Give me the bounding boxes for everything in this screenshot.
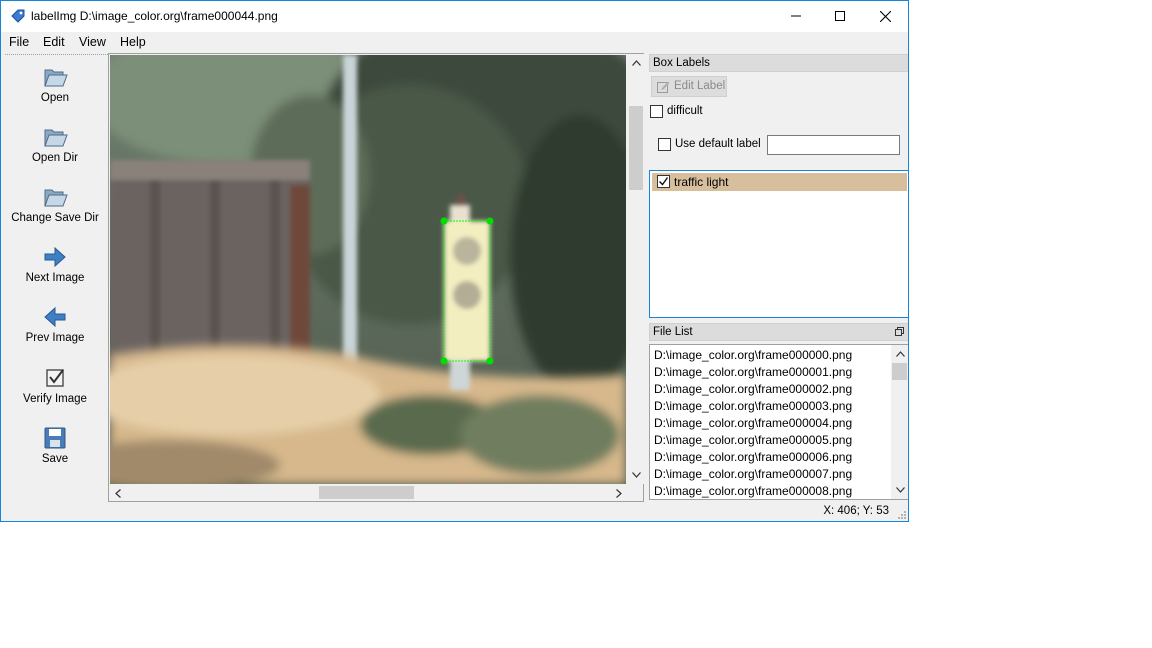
open-dir-label: Open Dir <box>31 152 79 164</box>
file-list-title: File List <box>649 323 908 341</box>
scroll-thumb[interactable] <box>892 363 907 380</box>
labelimg-window: labelImg D:\image_color.org\frame000044.… <box>0 0 909 522</box>
verify-image-button[interactable]: Verify Image <box>2 365 108 405</box>
close-icon <box>879 10 891 22</box>
checkbox-icon <box>46 369 64 387</box>
scroll-left-arrow[interactable] <box>111 486 125 500</box>
minimize-icon <box>791 15 801 17</box>
arrow-left-icon <box>44 306 66 328</box>
scroll-right-arrow[interactable] <box>612 486 626 500</box>
image-canvas-area[interactable] <box>108 53 644 502</box>
float-dock-icon[interactable] <box>895 327 904 336</box>
tag-icon <box>11 9 25 23</box>
save-button[interactable]: Save <box>2 425 108 465</box>
box-labels-dock: Box Labels Edit Label difficult Use defa… <box>649 54 908 318</box>
file-list-item[interactable]: D:\image_color.org\frame000003.png <box>654 398 852 415</box>
title-bar: labelImg D:\image_color.org\frame000044.… <box>1 1 908 32</box>
resize-grip-icon[interactable] <box>897 510 907 520</box>
label-visible-checkbox[interactable] <box>657 175 670 188</box>
minimize-button[interactable] <box>773 1 819 31</box>
file-list-item[interactable]: D:\image_color.org\frame000008.png <box>654 483 852 499</box>
label-list-item[interactable]: traffic light <box>652 173 907 191</box>
menu-edit[interactable]: Edit <box>43 35 65 49</box>
file-list-item[interactable]: D:\image_color.org\frame000002.png <box>654 381 852 398</box>
default-label-input[interactable] <box>767 135 900 155</box>
edit-label-text: Edit Label <box>674 80 726 92</box>
scroll-thumb[interactable] <box>319 486 414 499</box>
scroll-down-arrow[interactable] <box>893 483 907 497</box>
chevron-up-icon <box>895 351 905 357</box>
next-image-button[interactable]: Next Image <box>2 244 108 284</box>
canvas-horizontal-scrollbar[interactable] <box>109 484 628 501</box>
file-list[interactable]: D:\image_color.org\frame000000.png D:\im… <box>649 344 908 500</box>
use-default-label-checkbox[interactable] <box>658 138 671 151</box>
window-title: labelImg D:\image_color.org\frame000044.… <box>31 9 278 23</box>
scroll-up-arrow[interactable] <box>893 347 907 361</box>
floppy-disk-icon <box>44 427 66 449</box>
file-list-item[interactable]: D:\image_color.org\frame000001.png <box>654 364 852 381</box>
scroll-thumb[interactable] <box>629 106 643 190</box>
scroll-up-arrow[interactable] <box>629 56 643 70</box>
label-list-item-text: traffic light <box>674 175 729 189</box>
open-label: Open <box>40 92 70 104</box>
file-list-title-text: File List <box>653 326 693 338</box>
maximize-button[interactable] <box>817 1 863 31</box>
maximize-icon <box>835 11 845 21</box>
use-default-label-text: Use default label <box>675 138 761 150</box>
file-list-item[interactable]: D:\image_color.org\frame000004.png <box>654 415 852 432</box>
box-labels-title: Box Labels <box>649 54 908 72</box>
difficult-label: difficult <box>667 105 703 117</box>
open-button[interactable]: Open <box>2 64 108 104</box>
chevron-right-icon <box>616 488 622 498</box>
folder-open-icon <box>44 69 68 87</box>
image-canvas[interactable] <box>110 55 626 484</box>
canvas-vertical-scrollbar[interactable] <box>628 54 644 484</box>
checkmark-icon <box>659 177 669 186</box>
file-list-item[interactable]: D:\image_color.org\frame000005.png <box>654 432 852 449</box>
file-list-item[interactable]: D:\image_color.org\frame000000.png <box>654 347 852 364</box>
save-label: Save <box>41 453 69 465</box>
difficult-checkbox[interactable] <box>650 105 663 118</box>
open-dir-button[interactable]: Open Dir <box>2 124 108 164</box>
chevron-down-icon <box>631 472 641 478</box>
menu-help[interactable]: Help <box>120 35 146 49</box>
status-bar: X: 406; Y: 53 <box>1 502 908 521</box>
edit-label-button[interactable]: Edit Label <box>651 76 727 97</box>
toolbar-grip <box>5 54 108 56</box>
scroll-down-arrow[interactable] <box>629 468 643 482</box>
next-image-label: Next Image <box>25 272 85 284</box>
chevron-up-icon <box>631 60 641 66</box>
file-list-item[interactable]: D:\image_color.org\frame000007.png <box>654 466 852 483</box>
file-list-item[interactable]: D:\image_color.org\frame000006.png <box>654 449 852 466</box>
chevron-left-icon <box>115 488 121 498</box>
prev-image-label: Prev Image <box>25 332 85 344</box>
menu-bar: File Edit View Help <box>1 32 908 53</box>
file-list-dock: File List D:\image_color.org\frame000000… <box>649 323 908 501</box>
file-list-scrollbar[interactable] <box>891 345 908 499</box>
label-list[interactable]: traffic light <box>649 170 908 318</box>
change-save-dir-button[interactable]: Change Save Dir <box>2 184 108 224</box>
menu-view[interactable]: View <box>79 35 106 49</box>
verify-image-label: Verify Image <box>23 393 87 405</box>
chevron-down-icon <box>895 487 905 493</box>
toolbar: Open Open Dir Change Save Dir Next Image <box>2 54 108 502</box>
menu-file[interactable]: File <box>9 35 29 49</box>
folder-open-icon <box>44 129 68 147</box>
folder-open-icon <box>44 189 68 207</box>
cursor-coordinates: X: 406; Y: 53 <box>823 505 889 517</box>
close-button[interactable] <box>862 1 908 31</box>
edit-icon <box>657 81 670 93</box>
prev-image-button[interactable]: Prev Image <box>2 304 108 344</box>
change-save-dir-label: Change Save Dir <box>11 212 99 224</box>
arrow-right-icon <box>44 246 66 268</box>
